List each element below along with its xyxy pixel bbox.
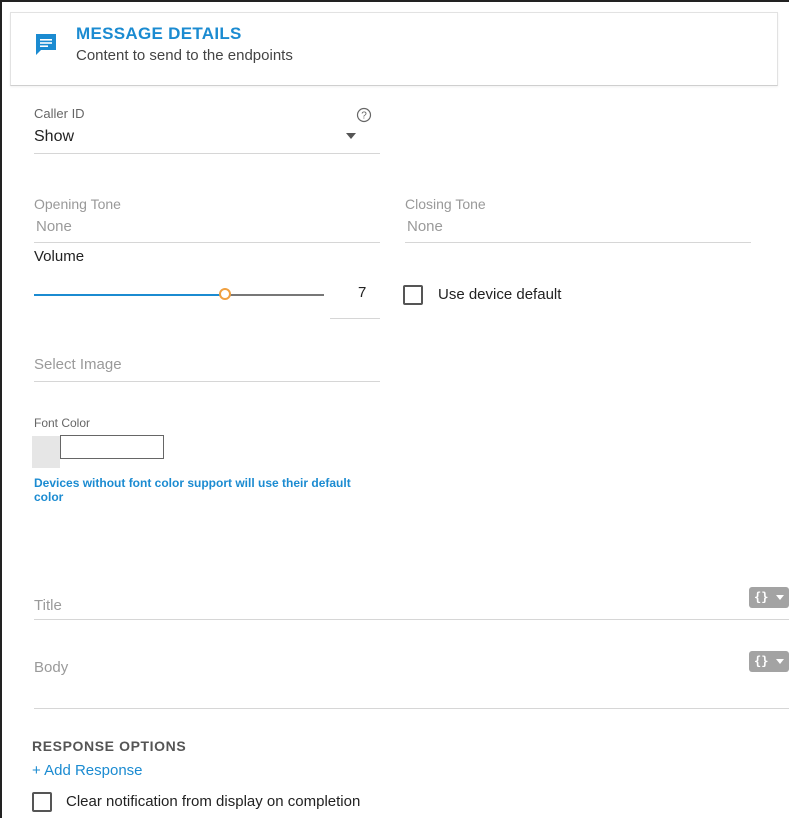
message-details-header: MESSAGE DETAILS Content to send to the e… — [10, 12, 778, 90]
add-response-link[interactable]: + Add Response — [32, 762, 143, 779]
opening-tone-label: Opening Tone — [34, 196, 121, 212]
caller-id-label: Caller ID — [34, 106, 85, 121]
header-subtitle: Content to send to the endpoints — [76, 47, 293, 64]
body-field[interactable]: Body — [34, 659, 68, 676]
chevron-down-icon — [776, 595, 784, 600]
volume-value[interactable]: 7 — [358, 284, 366, 301]
body-variable-button[interactable]: {} — [749, 651, 789, 672]
clear-notification-checkbox[interactable] — [32, 792, 52, 812]
closing-tone-label: Closing Tone — [405, 196, 486, 212]
title-field[interactable]: Title — [34, 597, 62, 614]
use-device-default-label: Use device default — [438, 286, 562, 303]
closing-tone-value[interactable]: None — [407, 218, 443, 235]
opening-tone-underline — [34, 242, 380, 243]
help-icon[interactable]: ? — [356, 107, 372, 123]
clear-notification-label: Clear notification from display on compl… — [66, 793, 361, 810]
use-device-default-checkbox[interactable] — [403, 285, 423, 305]
title-variable-button[interactable]: {} — [749, 587, 789, 608]
response-options-title: RESPONSE OPTIONS — [32, 738, 187, 754]
font-color-label: Font Color — [34, 416, 91, 430]
font-color-swatch[interactable] — [32, 436, 60, 468]
braces-icon: {} — [754, 590, 769, 604]
opening-tone-value[interactable]: None — [36, 218, 72, 235]
svg-text:?: ? — [361, 111, 367, 122]
volume-slider-thumb[interactable] — [219, 288, 231, 300]
font-color-input[interactable] — [60, 435, 164, 459]
window-frame — [0, 0, 789, 818]
title-underline — [34, 619, 789, 620]
body-underline — [34, 708, 789, 709]
closing-tone-underline — [405, 242, 751, 243]
volume-slider-fill — [34, 294, 225, 296]
chevron-down-icon[interactable] — [346, 133, 356, 139]
message-icon — [36, 34, 56, 55]
braces-icon: {} — [754, 654, 769, 668]
select-image-underline — [34, 381, 380, 382]
header-title: MESSAGE DETAILS — [76, 24, 242, 43]
chevron-down-icon — [776, 659, 784, 664]
font-color-hint: Devices without font color support will … — [34, 476, 351, 504]
caller-id-underline — [34, 153, 380, 154]
caller-id-value[interactable]: Show — [34, 128, 74, 146]
select-image-field[interactable]: Select Image — [34, 356, 122, 373]
volume-value-underline — [330, 318, 380, 319]
volume-label: Volume — [34, 248, 85, 265]
